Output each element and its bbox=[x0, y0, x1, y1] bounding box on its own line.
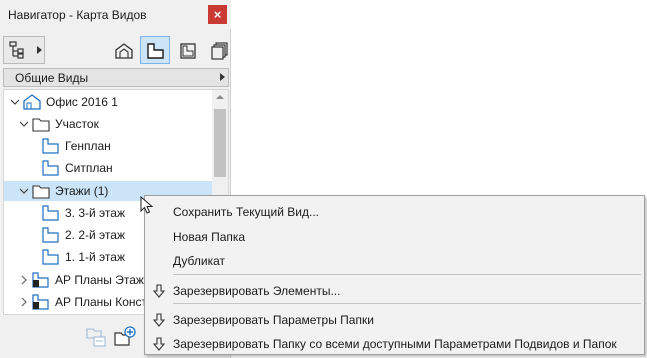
reserve-arrow-icon bbox=[152, 284, 166, 298]
layout-book-icon bbox=[180, 43, 196, 59]
tree-item-label: АР Планы Этажей bbox=[55, 273, 158, 287]
chevron-down-icon bbox=[19, 121, 29, 127]
house-outline-icon bbox=[115, 43, 133, 59]
menu-item-label: Сохранить Текущий Вид... bbox=[173, 205, 320, 219]
tree-item-view[interactable]: Ситплан bbox=[4, 158, 213, 178]
menu-item-label: Новая Папка bbox=[173, 230, 246, 244]
menu-item-reserve-elements[interactable]: Зарезервировать Элементы... bbox=[146, 280, 643, 302]
tree-item-label: Участок bbox=[55, 117, 99, 131]
reserved-plan-icon bbox=[32, 294, 49, 310]
chevron-right-icon bbox=[21, 297, 27, 307]
new-folder-button[interactable] bbox=[113, 325, 137, 349]
tree-item-view[interactable]: Генплан bbox=[4, 136, 213, 156]
menu-item-label: Зарезервировать Элементы... bbox=[173, 284, 341, 298]
menu-item-label: Дубликат bbox=[173, 254, 225, 268]
tree-item-label: 1. 1-й этаж bbox=[65, 250, 125, 264]
tree-item-folder[interactable]: Участок bbox=[4, 114, 213, 134]
project-map-dropdown-button[interactable] bbox=[3, 36, 45, 64]
house-icon bbox=[23, 94, 41, 110]
tree-item-label: Офис 2016 1 bbox=[46, 95, 118, 109]
chevron-right-icon bbox=[21, 275, 27, 285]
new-folder-icon bbox=[114, 326, 136, 346]
scroll-up-arrow-icon[interactable] bbox=[216, 95, 224, 99]
tree-item-label: Генплан bbox=[65, 139, 111, 153]
clone-folder-icon bbox=[86, 328, 106, 347]
context-menu: Сохранить Текущий Вид... Новая Папка Дуб… bbox=[144, 195, 645, 355]
menu-item-new-folder[interactable]: Новая Папка bbox=[146, 226, 643, 248]
menu-separator bbox=[173, 274, 641, 275]
view-set-label: Общие Виды bbox=[15, 71, 89, 85]
tree-item-label: Ситплан bbox=[65, 161, 113, 175]
menu-item-save-current-view[interactable]: Сохранить Текущий Вид... bbox=[146, 201, 643, 223]
menu-item-reserve-folder-with-all[interactable]: Зарезервировать Папку со всеми доступным… bbox=[146, 333, 643, 355]
chevron-down-icon bbox=[10, 99, 20, 105]
menu-separator bbox=[173, 303, 641, 304]
plan-view-icon bbox=[42, 249, 59, 265]
close-button[interactable]: × bbox=[208, 5, 227, 24]
plan-view-icon bbox=[42, 205, 59, 221]
tree-item-project[interactable]: Офис 2016 1 bbox=[4, 92, 213, 112]
reserve-arrow-icon bbox=[152, 313, 166, 327]
view-set-selector[interactable]: Общие Виды bbox=[3, 68, 229, 87]
publisher-sets-icon bbox=[211, 42, 228, 60]
plan-view-icon bbox=[42, 160, 59, 176]
navigator-toolbar bbox=[0, 29, 231, 68]
reserved-plan-icon bbox=[32, 272, 49, 288]
project-map-button[interactable] bbox=[108, 36, 138, 64]
menu-item-label: Зарезервировать Папку со всеми доступным… bbox=[173, 337, 617, 351]
reserve-arrow-icon bbox=[152, 337, 166, 351]
plan-view-icon bbox=[42, 138, 59, 154]
mouse-cursor-icon bbox=[140, 196, 154, 214]
chevron-down-icon bbox=[19, 188, 29, 194]
menu-item-label: Зарезервировать Параметры Папки bbox=[173, 313, 374, 327]
tree-item-label: Этажи (1) bbox=[55, 184, 109, 198]
window-title: Навигатор - Карта Видов bbox=[8, 8, 147, 22]
folder-icon bbox=[32, 185, 50, 199]
plan-view-icon bbox=[42, 227, 59, 243]
chevron-right-icon bbox=[220, 73, 225, 81]
clone-folder-button[interactable] bbox=[84, 325, 108, 349]
menu-item-duplicate[interactable]: Дубликат bbox=[146, 250, 643, 272]
project-map-icon bbox=[9, 41, 24, 59]
folder-icon bbox=[32, 118, 50, 132]
scrollbar-thumb[interactable] bbox=[214, 109, 226, 177]
tree-item-label: 2. 2-й этаж bbox=[65, 228, 125, 242]
layout-book-button[interactable] bbox=[172, 36, 202, 64]
view-map-button[interactable] bbox=[140, 36, 170, 64]
plan-view-icon bbox=[147, 43, 164, 59]
publisher-sets-button[interactable] bbox=[204, 36, 234, 64]
tree-item-label: 3. 3-й этаж bbox=[65, 206, 125, 220]
menu-item-reserve-folder-settings[interactable]: Зарезервировать Параметры Папки bbox=[146, 309, 643, 331]
title-bar[interactable]: Навигатор - Карта Видов × bbox=[0, 0, 231, 29]
chevron-right-icon bbox=[37, 46, 42, 54]
